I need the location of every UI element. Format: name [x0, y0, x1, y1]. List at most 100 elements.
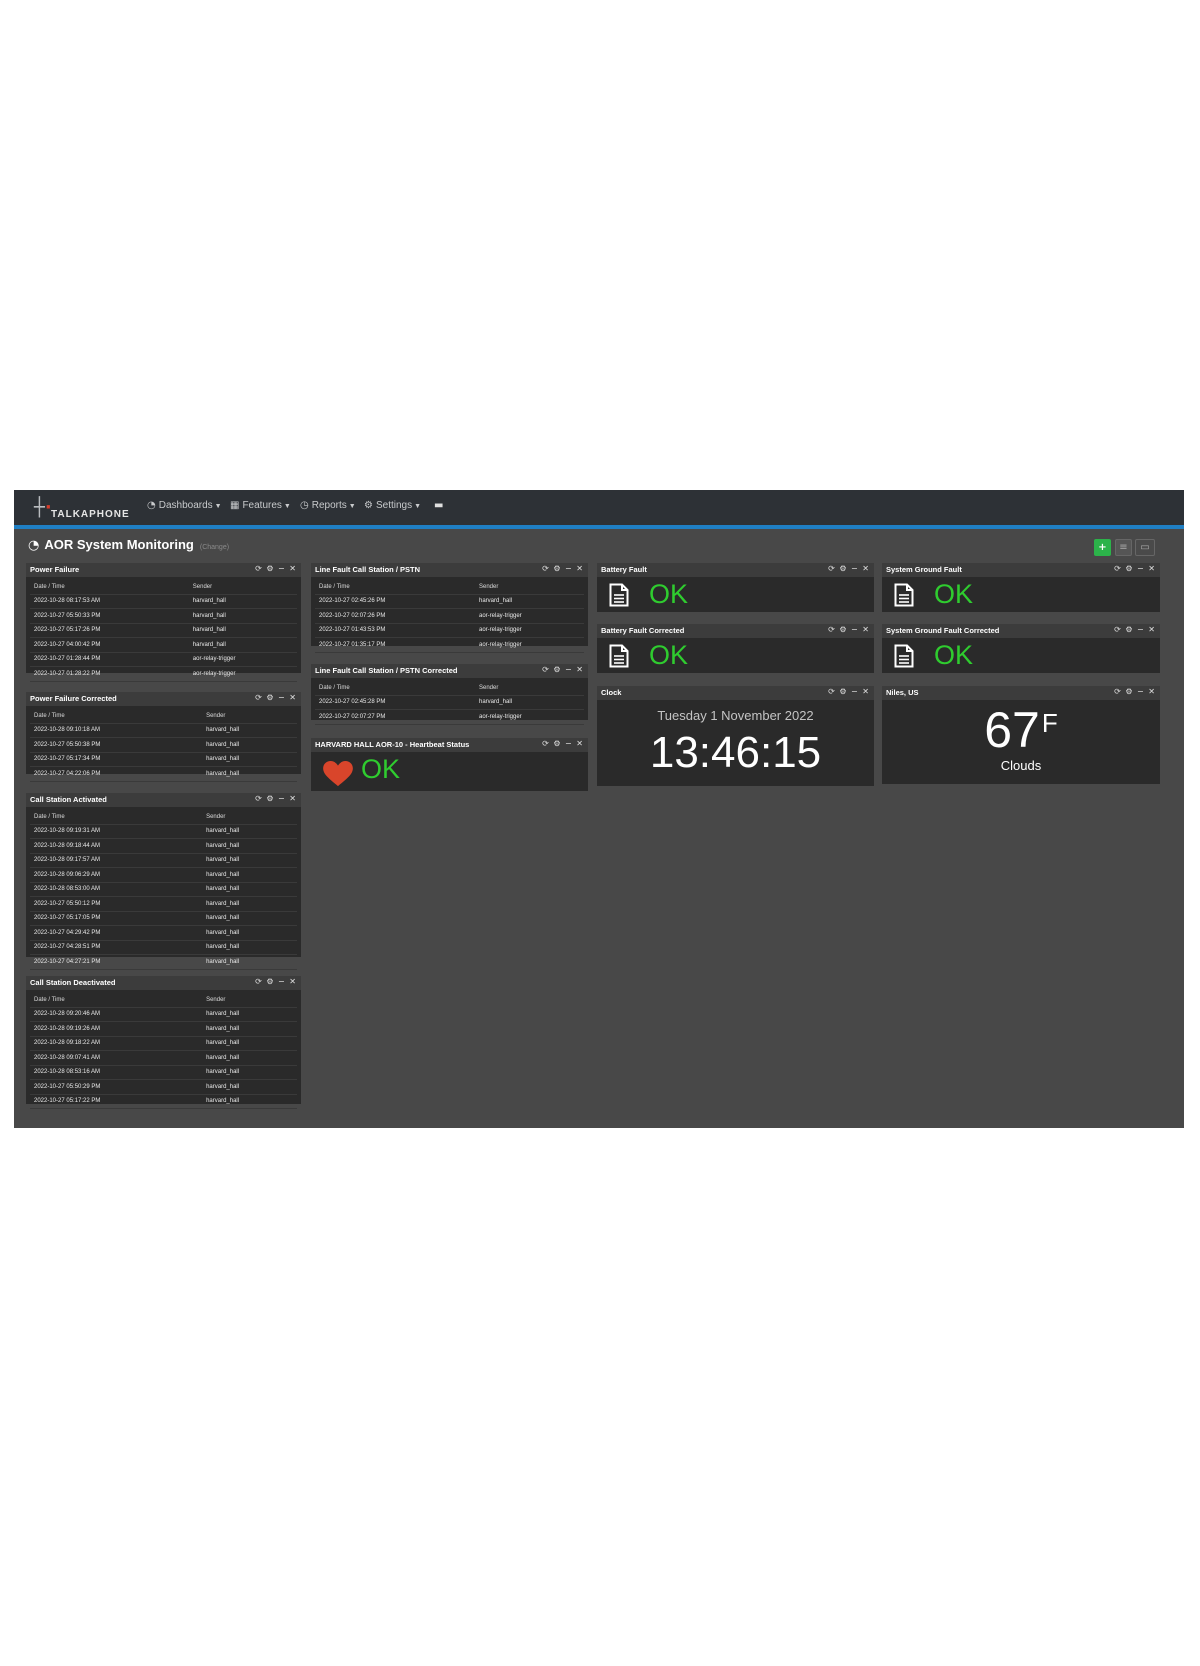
widget-controls[interactable]: ⟳ ⚙ − ✕: [1114, 564, 1156, 573]
dashboard-window: ┼· TALKAPHONE ◔ Dashboards ▼ ▦ Features ▼ ◷ R…: [14, 490, 1184, 1128]
cell-sender: harvard_hall: [202, 1094, 297, 1109]
call-station-deactivated-widget: Call Station Deactivated ⟳ ⚙ − ✕ Date / …: [26, 976, 301, 1109]
call-station-deactivated-table: Date / Time Sender 2022-10-28 09:20:46 AM…: [30, 993, 297, 1109]
cell-date-time: 2022-10-27 02:07:27 PM: [315, 709, 475, 725]
cell-sender: harvard_hall: [202, 1065, 297, 1080]
cell-date-time: 2022-10-27 05:17:05 PM: [30, 911, 203, 926]
caret-down-icon: ▼: [348, 503, 356, 510]
cell-date-time: 2022-10-27 01:28:44 PM: [30, 652, 189, 667]
status-row: OK: [882, 638, 1160, 673]
status-ok-text: OK: [361, 754, 401, 784]
widget-controls[interactable]: ⟳ ⚙ − ✕: [542, 665, 584, 674]
cell-date-time: 2022-10-27 05:17:26 PM: [30, 623, 189, 638]
widget-controls[interactable]: ⟳ ⚙ − ✕: [542, 564, 584, 573]
table-row: 2022-10-28 09:06:29 AM harvard_hall: [30, 867, 297, 883]
widget-title: Call Station Deactivated: [30, 978, 116, 987]
cell-date-time: 2022-10-27 04:28:51 PM: [30, 940, 203, 955]
nav-features-label: Features: [242, 500, 282, 511]
change-dashboard-link[interactable]: (Change): [200, 544, 229, 551]
power-failure-widget: Power Failure ⟳ ⚙ − ✕ Date / Time Sender …: [26, 563, 301, 682]
cell-sender: harvard_hall: [202, 1036, 297, 1051]
cell-sender: harvard_hall: [202, 838, 297, 854]
column-header-sender: Sender: [202, 810, 297, 825]
widget-controls[interactable]: ⟳ ⚙ − ✕: [255, 977, 297, 986]
status-ok-text: OK: [649, 579, 689, 609]
table-row: 2022-10-28 09:18:44 AM harvard_hall: [30, 838, 297, 854]
widget-controls[interactable]: ⟳ ⚙ − ✕: [828, 687, 870, 696]
dashboard-gauge-icon: ◔: [28, 538, 40, 553]
monitor-icon[interactable]: ▭: [1135, 539, 1155, 556]
reports-icon: ◷: [300, 500, 309, 511]
grid-icon: ▦: [230, 500, 240, 511]
page-title: ◔ AOR System Monitoring (Change): [28, 537, 229, 553]
table-row: 2022-10-27 02:45:26 PM harvard_hall: [315, 594, 584, 609]
cell-date-time: 2022-10-28 09:20:46 AM: [30, 1007, 203, 1022]
cell-sender: harvard_hall: [202, 1021, 297, 1037]
cell-sender: harvard_hall: [474, 695, 584, 710]
status-ok-text: OK: [649, 640, 689, 670]
column-header-sender: Sender: [188, 580, 297, 595]
widget-controls[interactable]: ⟳ ⚙ − ✕: [1114, 687, 1156, 696]
comment-icon[interactable]: ▬: [434, 500, 443, 511]
cell-sender: aor-relay-trigger: [474, 608, 584, 624]
column-header-date: Date / Time: [30, 580, 189, 595]
widget-controls[interactable]: ⟳ ⚙ − ✕: [828, 564, 870, 573]
cell-date-time: 2022-10-28 09:18:22 AM: [30, 1036, 203, 1051]
temperature-unit: F: [1041, 708, 1058, 738]
table-row: 2022-10-27 02:07:27 PM aor-relay-trigger: [315, 709, 584, 725]
table-row: 2022-10-28 09:19:26 AM harvard_hall: [30, 1021, 297, 1037]
widget-title: Power Failure: [30, 565, 80, 574]
table-row: 2022-10-27 02:45:28 PM harvard_hall: [315, 695, 584, 710]
widget-header: Line Fault Call Station / PSTN Corrected…: [311, 664, 588, 678]
cell-sender: aor-relay-trigger: [474, 623, 584, 638]
status-row: OK: [311, 752, 588, 787]
widget-controls[interactable]: ⟳ ⚙ − ✕: [255, 693, 297, 702]
cell-date-time: 2022-10-27 05:50:33 PM: [30, 608, 189, 624]
widget-controls[interactable]: ⟳ ⚙ − ✕: [828, 625, 870, 634]
weather-condition: Clouds: [1000, 758, 1042, 773]
widget-title: Niles, US: [886, 688, 919, 697]
cell-date-time: 2022-10-27 05:50:29 PM: [30, 1079, 203, 1095]
file-text-icon: [609, 644, 629, 668]
clock-date: Tuesday 1 November 2022: [657, 708, 814, 723]
column-header-sender: Sender: [202, 993, 297, 1008]
nav-dashboards[interactable]: ◔ Dashboards ▼: [147, 500, 222, 511]
heartbeat-status-widget: HARVARD HALL AOR-10 - Heartbeat Status ⟳…: [311, 738, 588, 791]
page-title-text: AOR System Monitoring: [44, 537, 194, 552]
file-text-icon: [609, 583, 629, 607]
clock-widget: Clock ⟳ ⚙ − ✕ Tuesday 1 November 2022 13…: [597, 686, 874, 786]
battery-fault-corrected-widget: Battery Fault Corrected ⟳ ⚙ − ✕ OK: [597, 624, 874, 673]
cell-date-time: 2022-10-28 09:19:31 AM: [30, 824, 203, 839]
cell-sender: harvard_hall: [202, 925, 297, 941]
widget-title: Line Fault Call Station / PSTN: [315, 565, 421, 574]
cell-sender: harvard_hall: [202, 896, 297, 912]
widget-header: System Ground Fault Corrected ⟳ ⚙ − ✕: [882, 624, 1160, 638]
widget-header: HARVARD HALL AOR-10 - Heartbeat Status ⟳…: [311, 738, 588, 752]
widget-title: Battery Fault: [601, 565, 647, 574]
widget-header: System Ground Fault ⟳ ⚙ − ✕: [882, 563, 1160, 577]
nav-settings[interactable]: ⚙ Settings ▼: [364, 500, 421, 511]
widget-title: System Ground Fault Corrected: [886, 626, 1000, 635]
nav-reports[interactable]: ◷ Reports ▼: [300, 500, 356, 511]
widget-controls[interactable]: ⟳ ⚙ − ✕: [255, 564, 297, 573]
table-row: 2022-10-27 05:50:29 PM harvard_hall: [30, 1079, 297, 1095]
add-widget-button[interactable]: +: [1094, 539, 1111, 556]
widget-controls[interactable]: ⟳ ⚙ − ✕: [1114, 625, 1156, 634]
cell-date-time: 2022-10-27 01:43:53 PM: [315, 623, 475, 638]
cell-date-time: 2022-10-27 04:27:21 PM: [30, 954, 203, 970]
sliders-icon[interactable]: ≡: [1115, 539, 1132, 556]
dashboard-titlebar: ◔ AOR System Monitoring (Change) + ≡ ▭: [14, 529, 1184, 559]
cell-date-time: 2022-10-28 08:53:00 AM: [30, 882, 203, 897]
table-row: 2022-10-28 08:53:00 AM harvard_hall: [30, 882, 297, 897]
talkaphone-logo[interactable]: ┼· TALKAPHONE: [34, 498, 144, 521]
nav-features[interactable]: ▦ Features ▼: [230, 500, 291, 511]
status-ok-text: OK: [934, 579, 974, 609]
cell-sender: harvard_hall: [202, 853, 297, 868]
widget-controls[interactable]: ⟳ ⚙ − ✕: [542, 739, 584, 748]
widget-controls[interactable]: ⟳ ⚙ − ✕: [255, 794, 297, 803]
cell-date-time: 2022-10-27 04:00:42 PM: [30, 637, 189, 653]
cell-sender: harvard_hall: [188, 623, 297, 638]
status-row: OK: [597, 577, 874, 612]
line-fault-corrected-table: Date / Time Sender 2022-10-27 02:45:28 PM…: [315, 681, 584, 725]
table-row: 2022-10-27 01:28:44 PM aor-relay-trigger: [30, 652, 297, 667]
